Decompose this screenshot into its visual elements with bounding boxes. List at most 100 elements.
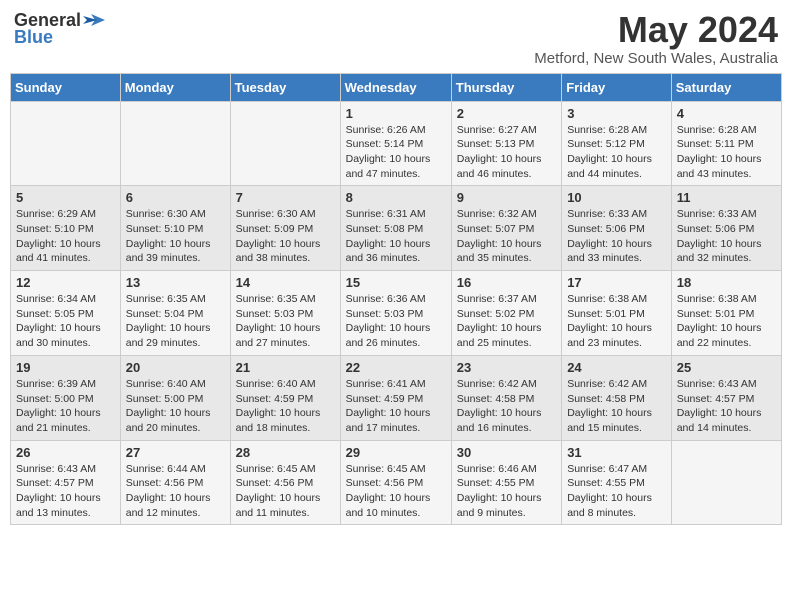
- calendar-week-row: 5 Sunrise: 6:29 AM Sunset: 5:10 PM Daylig…: [11, 186, 782, 271]
- day-number: 1: [346, 106, 446, 121]
- logo: General Blue: [14, 10, 105, 48]
- day-number: 15: [346, 275, 446, 290]
- table-row: 31 Sunrise: 6:47 AM Sunset: 4:55 PM Dayli…: [562, 440, 672, 525]
- table-row: 11Sunrise: 6:33 AM Sunset: 5:06 PM Dayli…: [671, 186, 781, 271]
- day-number: 21: [236, 360, 335, 375]
- day-number: 9: [457, 190, 556, 205]
- day-info: Sunrise: 6:40 AM Sunset: 4:59 PM Dayligh…: [236, 377, 335, 436]
- page-header: General Blue May 2024 Metford, New South…: [10, 10, 782, 67]
- day-number: 16: [457, 275, 556, 290]
- day-number: 2: [457, 106, 556, 121]
- day-number: 20: [126, 360, 225, 375]
- table-row: 6 Sunrise: 6:30 AM Sunset: 5:10 PM Daylig…: [120, 186, 230, 271]
- table-row: [11, 101, 121, 186]
- day-info: Sunrise: 6:46 AM Sunset: 4:55 PM Dayligh…: [457, 462, 556, 521]
- col-saturday: Saturday: [671, 73, 781, 101]
- day-number: 22: [346, 360, 446, 375]
- table-row: 25 Sunrise: 6:43 AM Sunset: 4:57 PM Dayli…: [671, 355, 781, 440]
- day-number: 10: [567, 190, 666, 205]
- day-number: 31: [567, 445, 666, 460]
- table-row: 23 Sunrise: 6:42 AM Sunset: 4:58 PM Dayli…: [451, 355, 561, 440]
- table-row: 24Sunrise: 6:42 AM Sunset: 4:58 PM Dayli…: [562, 355, 672, 440]
- calendar-week-row: 1 Sunrise: 6:26 AM Sunset: 5:14 PM Daylig…: [11, 101, 782, 186]
- table-row: 16 Sunrise: 6:37 AM Sunset: 5:02 PM Dayli…: [451, 271, 561, 356]
- day-number: 26: [16, 445, 115, 460]
- day-number: 27: [126, 445, 225, 460]
- col-friday: Friday: [562, 73, 672, 101]
- table-row: 26 Sunrise: 6:43 AM Sunset: 4:57 PM Dayli…: [11, 440, 121, 525]
- logo-blue-text: Blue: [14, 27, 53, 48]
- table-row: 10 Sunrise: 6:33 AM Sunset: 5:06 PM Dayli…: [562, 186, 672, 271]
- day-info: Sunrise: 6:47 AM Sunset: 4:55 PM Dayligh…: [567, 462, 666, 521]
- day-number: 5: [16, 190, 115, 205]
- col-sunday: Sunday: [11, 73, 121, 101]
- day-number: 23: [457, 360, 556, 375]
- day-info: Sunrise: 6:35 AM Sunset: 5:04 PM Dayligh…: [126, 292, 225, 351]
- day-info: Sunrise: 6:39 AM Sunset: 5:00 PM Dayligh…: [16, 377, 115, 436]
- day-info: Sunrise: 6:44 AM Sunset: 4:56 PM Dayligh…: [126, 462, 225, 521]
- day-info: Sunrise: 6:28 AM Sunset: 5:12 PM Dayligh…: [567, 123, 666, 182]
- day-info: Sunrise: 6:34 AM Sunset: 5:05 PM Dayligh…: [16, 292, 115, 351]
- calendar-week-row: 26 Sunrise: 6:43 AM Sunset: 4:57 PM Dayli…: [11, 440, 782, 525]
- table-row: 27 Sunrise: 6:44 AM Sunset: 4:56 PM Dayli…: [120, 440, 230, 525]
- day-info: Sunrise: 6:30 AM Sunset: 5:10 PM Dayligh…: [126, 207, 225, 266]
- table-row: 15 Sunrise: 6:36 AM Sunset: 5:03 PM Dayli…: [340, 271, 451, 356]
- calendar-table: Sunday Monday Tuesday Wednesday Thursday…: [10, 73, 782, 526]
- day-info: Sunrise: 6:35 AM Sunset: 5:03 PM Dayligh…: [236, 292, 335, 351]
- table-row: 17 Sunrise: 6:38 AM Sunset: 5:01 PM Dayli…: [562, 271, 672, 356]
- table-row: 14 Sunrise: 6:35 AM Sunset: 5:03 PM Dayli…: [230, 271, 340, 356]
- col-thursday: Thursday: [451, 73, 561, 101]
- day-number: 29: [346, 445, 446, 460]
- table-row: 2 Sunrise: 6:27 AM Sunset: 5:13 PM Daylig…: [451, 101, 561, 186]
- table-row: 9Sunrise: 6:32 AM Sunset: 5:07 PM Daylig…: [451, 186, 561, 271]
- table-row: 20Sunrise: 6:40 AM Sunset: 5:00 PM Dayli…: [120, 355, 230, 440]
- day-info: Sunrise: 6:42 AM Sunset: 4:58 PM Dayligh…: [457, 377, 556, 436]
- table-row: 1 Sunrise: 6:26 AM Sunset: 5:14 PM Daylig…: [340, 101, 451, 186]
- table-row: 7Sunrise: 6:30 AM Sunset: 5:09 PM Daylig…: [230, 186, 340, 271]
- table-row: 19 Sunrise: 6:39 AM Sunset: 5:00 PM Dayli…: [11, 355, 121, 440]
- day-info: Sunrise: 6:26 AM Sunset: 5:14 PM Dayligh…: [346, 123, 446, 182]
- table-row: 4 Sunrise: 6:28 AM Sunset: 5:11 PM Daylig…: [671, 101, 781, 186]
- day-number: 13: [126, 275, 225, 290]
- day-info: Sunrise: 6:37 AM Sunset: 5:02 PM Dayligh…: [457, 292, 556, 351]
- calendar-subtitle: Metford, New South Wales, Australia: [534, 50, 778, 67]
- table-row: 18 Sunrise: 6:38 AM Sunset: 5:01 PM Dayli…: [671, 271, 781, 356]
- day-info: Sunrise: 6:33 AM Sunset: 5:06 PM Dayligh…: [677, 207, 776, 266]
- table-row: 3Sunrise: 6:28 AM Sunset: 5:12 PM Daylig…: [562, 101, 672, 186]
- day-number: 28: [236, 445, 335, 460]
- day-info: Sunrise: 6:43 AM Sunset: 4:57 PM Dayligh…: [16, 462, 115, 521]
- day-info: Sunrise: 6:45 AM Sunset: 4:56 PM Dayligh…: [346, 462, 446, 521]
- day-number: 12: [16, 275, 115, 290]
- day-number: 19: [16, 360, 115, 375]
- table-row: 30 Sunrise: 6:46 AM Sunset: 4:55 PM Dayli…: [451, 440, 561, 525]
- day-info: Sunrise: 6:33 AM Sunset: 5:06 PM Dayligh…: [567, 207, 666, 266]
- col-monday: Monday: [120, 73, 230, 101]
- day-info: Sunrise: 6:28 AM Sunset: 5:11 PM Dayligh…: [677, 123, 776, 182]
- title-block: May 2024 Metford, New South Wales, Austr…: [534, 10, 778, 67]
- table-row: 8 Sunrise: 6:31 AM Sunset: 5:08 PM Daylig…: [340, 186, 451, 271]
- day-number: 7: [236, 190, 335, 205]
- day-info: Sunrise: 6:29 AM Sunset: 5:10 PM Dayligh…: [16, 207, 115, 266]
- day-number: 4: [677, 106, 776, 121]
- day-number: 17: [567, 275, 666, 290]
- day-info: Sunrise: 6:43 AM Sunset: 4:57 PM Dayligh…: [677, 377, 776, 436]
- day-number: 14: [236, 275, 335, 290]
- day-number: 24: [567, 360, 666, 375]
- day-number: 18: [677, 275, 776, 290]
- table-row: [120, 101, 230, 186]
- day-info: Sunrise: 6:27 AM Sunset: 5:13 PM Dayligh…: [457, 123, 556, 182]
- day-info: Sunrise: 6:41 AM Sunset: 4:59 PM Dayligh…: [346, 377, 446, 436]
- table-row: 21 Sunrise: 6:40 AM Sunset: 4:59 PM Dayli…: [230, 355, 340, 440]
- day-number: 6: [126, 190, 225, 205]
- table-row: 5 Sunrise: 6:29 AM Sunset: 5:10 PM Daylig…: [11, 186, 121, 271]
- day-info: Sunrise: 6:31 AM Sunset: 5:08 PM Dayligh…: [346, 207, 446, 266]
- logo-bird-icon: [83, 12, 105, 30]
- day-number: 30: [457, 445, 556, 460]
- table-row: 12 Sunrise: 6:34 AM Sunset: 5:05 PM Dayli…: [11, 271, 121, 356]
- day-number: 8: [346, 190, 446, 205]
- day-info: Sunrise: 6:38 AM Sunset: 5:01 PM Dayligh…: [677, 292, 776, 351]
- day-info: Sunrise: 6:38 AM Sunset: 5:01 PM Dayligh…: [567, 292, 666, 351]
- day-number: 25: [677, 360, 776, 375]
- col-tuesday: Tuesday: [230, 73, 340, 101]
- day-info: Sunrise: 6:36 AM Sunset: 5:03 PM Dayligh…: [346, 292, 446, 351]
